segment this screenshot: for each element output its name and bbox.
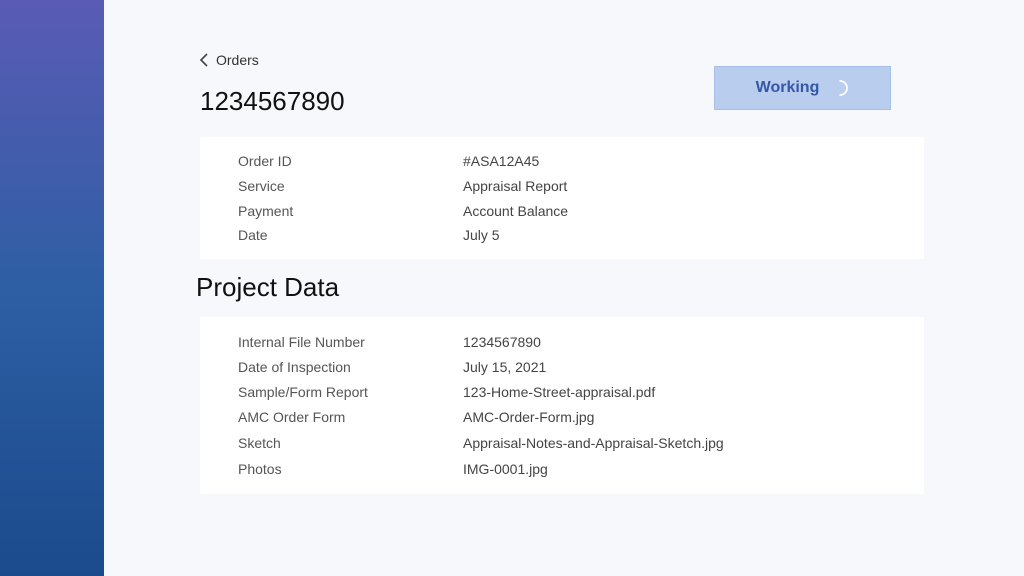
project-row: Sample/Form Report 123-Home-Street-appra… [238, 384, 655, 400]
order-row: Service Appraisal Report [238, 178, 567, 194]
project-row: Date of Inspection July 15, 2021 [238, 359, 546, 375]
project-row: AMC Order Form AMC-Order-Form.jpg [238, 409, 594, 425]
order-row-value: July 5 [463, 227, 500, 243]
project-file-link[interactable]: IMG-0001.jpg [463, 461, 548, 477]
project-file-link[interactable]: AMC-Order-Form.jpg [463, 409, 594, 425]
sidebar [0, 0, 104, 576]
project-row: Photos IMG-0001.jpg [238, 461, 548, 477]
order-row-label: Date [238, 227, 268, 243]
project-row-value: July 15, 2021 [463, 359, 547, 375]
spinner-icon [839, 80, 849, 96]
order-row-label: Service [238, 178, 285, 194]
order-row: Date July 5 [238, 227, 500, 243]
project-row-label: AMC Order Form [238, 409, 346, 425]
project-file-link[interactable]: 123-Home-Street-appraisal.pdf [463, 384, 655, 400]
chevron-left-icon [199, 53, 208, 67]
project-row-label: Date of Inspection [238, 359, 351, 375]
project-row-label: Photos [238, 461, 282, 477]
project-data-card: Internal File Number 1234567890 Date of … [200, 317, 924, 494]
order-row-label: Order ID [238, 153, 292, 169]
project-file-link[interactable]: Appraisal-Notes-and-Appraisal-Sketch.jpg [463, 435, 724, 451]
project-data-heading: Project Data [196, 272, 340, 302]
order-row-value: Appraisal Report [463, 178, 568, 194]
order-row: Payment Account Balance [238, 203, 568, 219]
back-link-label: Orders [216, 52, 259, 68]
page-title: 1234567890 [200, 86, 345, 116]
order-row: Order ID #ASA12A45 [238, 153, 539, 169]
order-row-label: Payment [238, 203, 294, 219]
project-row-label: Sketch [238, 435, 281, 451]
project-row: Internal File Number 1234567890 [238, 334, 541, 350]
project-row-label: Internal File Number [238, 334, 365, 350]
back-to-orders-link[interactable]: Orders [198, 52, 259, 68]
status-working-button[interactable]: Working [714, 66, 891, 110]
order-row-value: Account Balance [463, 203, 569, 219]
project-row-value: 1234567890 [463, 334, 541, 350]
order-row-value: #ASA12A45 [463, 153, 540, 169]
status-label: Working [755, 79, 820, 96]
project-row-label: Sample/Form Report [238, 384, 368, 400]
order-details-card: Order ID #ASA12A45 Service Appraisal Rep… [200, 137, 924, 259]
main-content: Orders 1234567890 Working Order ID #ASA1… [104, 0, 1024, 576]
project-row: Sketch Appraisal-Notes-and-Appraisal-Ske… [238, 435, 724, 451]
